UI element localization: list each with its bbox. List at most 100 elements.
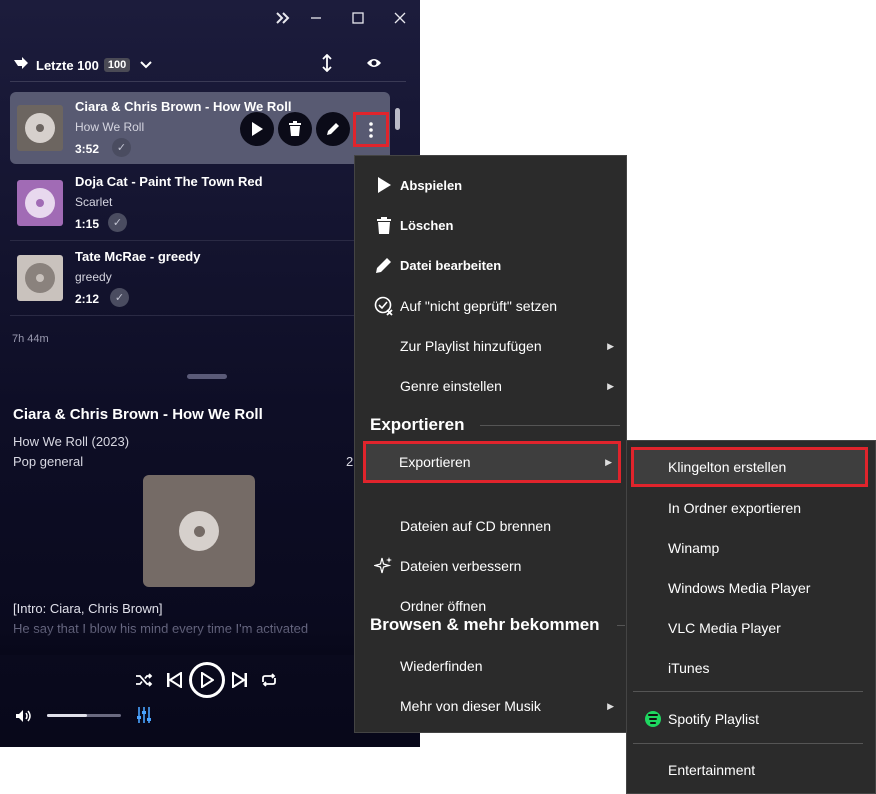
menu-item-label: Ordner öffnen (400, 598, 487, 614)
menu-item-set-genre[interactable]: Genre einstellen ▶ (355, 366, 626, 406)
trash-icon (373, 214, 395, 236)
submenu-item-itunes[interactable]: iTunes (627, 648, 875, 688)
check-icon[interactable]: ✓ (110, 288, 129, 307)
menu-item-label: Auf "nicht geprüft" setzen (400, 298, 558, 314)
shuffle-icon[interactable] (134, 670, 154, 690)
menu-item-edit-file[interactable]: Datei bearbeiten (355, 245, 626, 285)
next-icon[interactable] (229, 669, 251, 691)
track-album: How We Roll (75, 120, 145, 134)
library-title[interactable]: Letzte 100 (36, 58, 99, 73)
now-playing-cover (143, 475, 255, 587)
section-heading-browse: Browsen & mehr bekommen (370, 615, 600, 634)
row-divider (10, 240, 390, 241)
disc-icon (25, 113, 55, 143)
track-duration: 1:15 (75, 217, 100, 231)
export-submenu: In Ordner exportieren Winamp Windows Med… (626, 440, 876, 794)
repeat-icon[interactable] (259, 670, 279, 690)
pencil-icon (373, 254, 395, 276)
check-icon[interactable]: ✓ (108, 213, 127, 232)
spotify-icon (645, 711, 661, 727)
track-album: Scarlet (75, 195, 113, 209)
track-album: greedy (75, 270, 112, 284)
menu-item-rediscover[interactable]: Wiederfinden (355, 646, 626, 686)
clipped-value: 2 (346, 454, 354, 469)
lyric-line: [Intro: Ciara, Chris Brown] (13, 601, 163, 616)
submenu-item-wmp[interactable]: Windows Media Player (627, 568, 875, 608)
submenu-item-label: Windows Media Player (668, 580, 811, 596)
disc-icon (25, 263, 55, 293)
now-playing-album[interactable]: How We Roll (2023) (13, 434, 129, 449)
menu-item-burn-cd[interactable]: Dateien auf CD brennen (355, 506, 626, 546)
menu-item-label: Dateien auf CD brennen (400, 518, 551, 534)
play-icon (373, 174, 395, 196)
album-cover (17, 180, 63, 226)
panel-resize-handle[interactable] (187, 374, 227, 379)
submenu-item-label: Klingelton erstellen (668, 459, 787, 475)
menu-item-improve-files[interactable]: Dateien verbessern (355, 546, 626, 586)
disc-icon (25, 188, 55, 218)
chevron-down-icon[interactable] (140, 56, 152, 74)
previous-icon[interactable] (163, 669, 185, 691)
submenu-item-label: Winamp (668, 540, 720, 556)
section-divider (617, 625, 625, 626)
track-duration: 3:52 (75, 142, 100, 156)
recent-arrow-icon (12, 56, 30, 75)
menu-item-add-to-playlist[interactable]: Zur Playlist hinzufügen ▶ (355, 326, 626, 366)
eye-icon[interactable] (366, 56, 382, 74)
menu-item-export[interactable]: Exportieren ▶ (363, 441, 621, 483)
submenu-item-winamp[interactable]: Winamp (627, 528, 875, 568)
track-row[interactable]: Doja Cat - Paint The Town Red Scarlet 1:… (10, 167, 390, 239)
chevron-right-icon: ▶ (607, 340, 614, 351)
submenu-divider (633, 743, 863, 744)
equalizer-icon[interactable] (135, 706, 153, 724)
submenu-item-label: iTunes (668, 660, 710, 676)
menu-item-label: Mehr von dieser Musik (400, 698, 541, 714)
track-title: Doja Cat - Paint The Town Red (75, 174, 263, 189)
sparkle-icon (373, 555, 395, 577)
scrollbar[interactable] (395, 108, 400, 130)
menu-item-label: Abspielen (400, 177, 463, 193)
submenu-item-ringtone[interactable]: Klingelton erstellen (631, 447, 868, 487)
submenu-divider (633, 691, 863, 692)
maximize-icon[interactable] (348, 8, 368, 28)
check-icon[interactable]: ✓ (112, 138, 131, 157)
minimize-icon[interactable] (306, 8, 326, 28)
section-heading-export: Exportieren (370, 415, 465, 434)
close-icon[interactable] (390, 8, 410, 28)
chevron-right-icon: ▶ (605, 457, 612, 467)
section-divider (480, 425, 620, 426)
album-cover (17, 105, 63, 151)
edit-button[interactable] (316, 112, 350, 146)
now-playing-title: Ciara & Chris Brown - How We Roll (13, 406, 263, 423)
header-divider (10, 81, 406, 82)
row-divider (10, 315, 390, 316)
submenu-item-label: Entertainment (668, 762, 756, 778)
menu-item-more-like-this[interactable]: Mehr von dieser Musik ▶ (355, 686, 626, 726)
submenu-item-vlc[interactable]: VLC Media Player (627, 608, 875, 648)
submenu-item-entertainment[interactable]: Entertainment (627, 750, 875, 790)
menu-item-label: Wiederfinden (400, 658, 483, 674)
menu-item-delete[interactable]: Löschen (355, 205, 626, 245)
album-cover (17, 255, 63, 301)
play-pause-button[interactable] (189, 662, 225, 698)
uncheck-icon (373, 295, 395, 317)
chevron-right-icon: ▶ (607, 380, 614, 391)
now-playing-genre[interactable]: Pop general (13, 454, 83, 469)
menu-item-mark-unchecked[interactable]: Auf "nicht geprüft" setzen (355, 286, 626, 326)
sort-icon[interactable] (322, 53, 332, 77)
submenu-item-spotify[interactable]: Spotify Playlist (627, 699, 875, 739)
count-badge: 100 (103, 58, 131, 72)
play-button[interactable] (240, 112, 274, 146)
submenu-item-export-folder[interactable]: In Ordner exportieren (627, 488, 875, 528)
menu-item-label: Genre einstellen (400, 378, 502, 394)
submenu-item-label: Spotify Playlist (668, 711, 760, 727)
expand-icon[interactable] (273, 8, 293, 28)
delete-button[interactable] (278, 112, 312, 146)
volume-icon[interactable] (14, 707, 34, 725)
menu-item-label: Löschen (400, 217, 454, 233)
more-options-button[interactable] (353, 112, 389, 147)
track-row[interactable]: Tate McRae - greedy greedy 2:12 ✓ (10, 242, 390, 314)
menu-item-play[interactable]: Abspielen (355, 165, 626, 205)
menu-item-label: Datei bearbeiten (400, 257, 502, 273)
track-duration: 2:12 (75, 292, 100, 306)
